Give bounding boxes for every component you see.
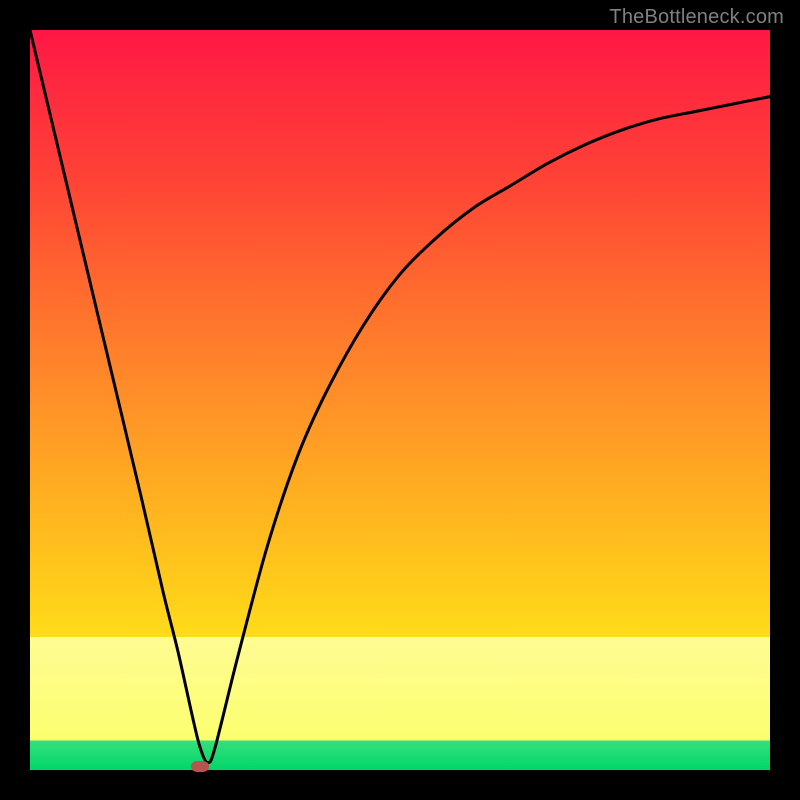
watermark-text: TheBottleneck.com	[609, 6, 784, 29]
bottleneck-curve	[30, 30, 770, 763]
curve-svg	[30, 30, 770, 770]
marker-dot	[191, 761, 209, 772]
plot-area	[30, 30, 770, 770]
outer-frame: TheBottleneck.com	[0, 0, 800, 800]
